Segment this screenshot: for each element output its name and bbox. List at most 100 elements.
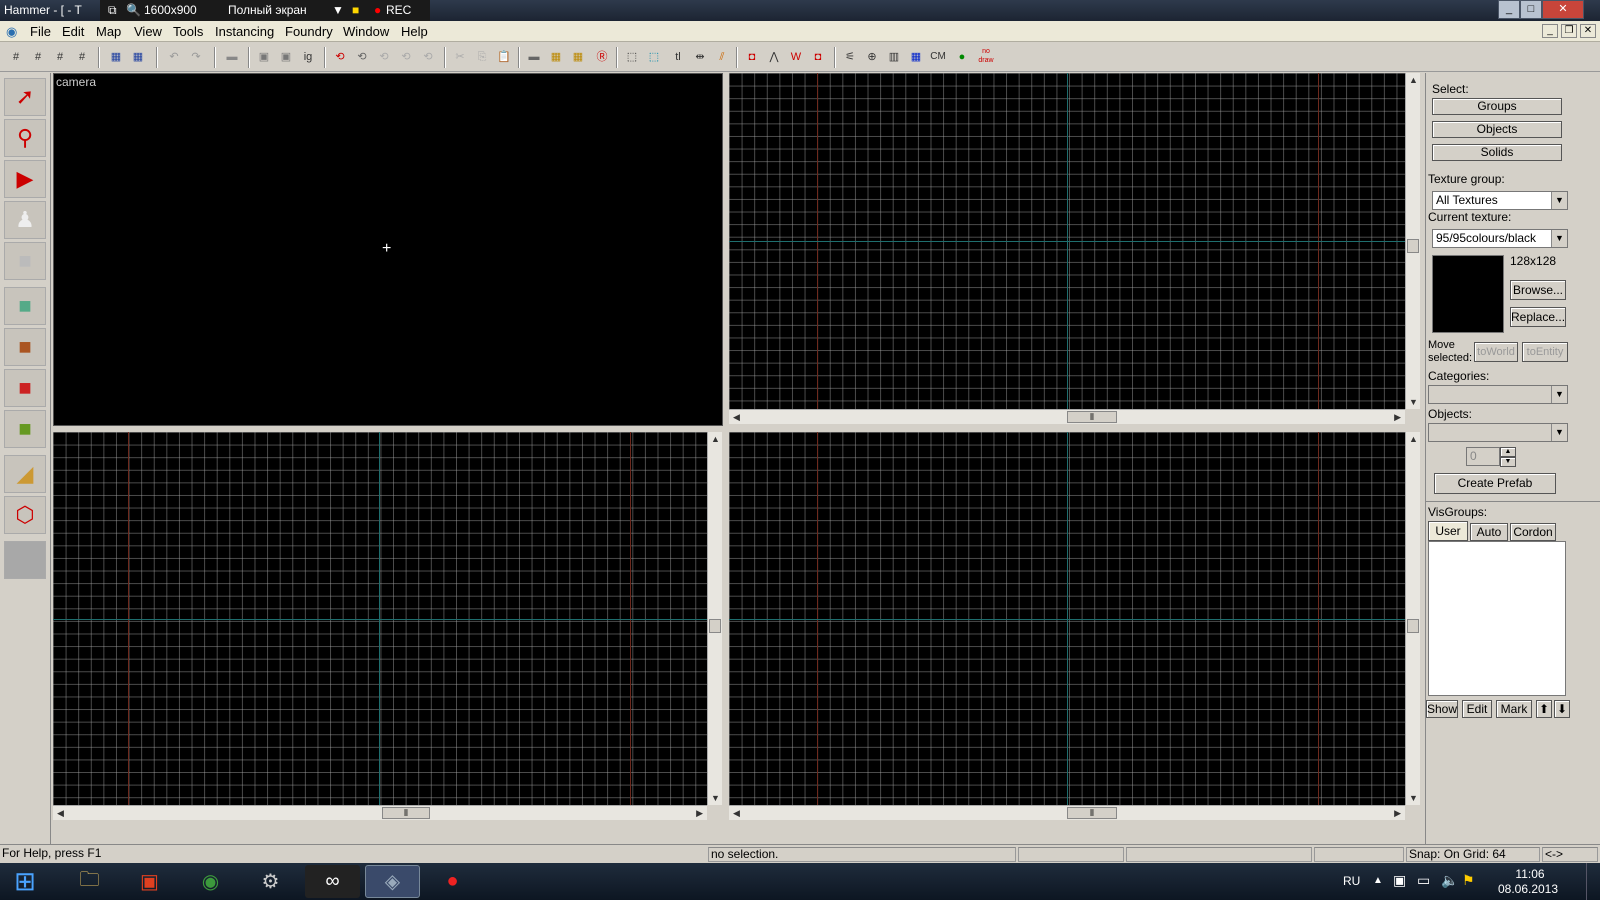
rotate-z-icon[interactable]: ⟲: [374, 47, 394, 67]
entity-tool-icon[interactable]: ♟: [4, 201, 46, 239]
hollow-icon[interactable]: ▣: [276, 47, 296, 67]
chevron-down-icon[interactable]: ▼: [1551, 230, 1567, 247]
select-handles-icon[interactable]: ⬚: [644, 47, 664, 67]
3d-grid-icon[interactable]: #: [28, 47, 48, 67]
scroll-thumb[interactable]: [709, 619, 721, 633]
camera-icon[interactable]: ■: [352, 3, 359, 17]
menu-map[interactable]: Map: [96, 24, 121, 39]
top-2d-viewport[interactable]: [729, 73, 1405, 409]
vertical-scrollbar[interactable]: ▲ ▼: [1405, 73, 1420, 409]
current-texture-select[interactable]: 95/95colours/black ▼: [1432, 229, 1568, 248]
show-button[interactable]: Show: [1426, 700, 1458, 718]
tray-device-icon[interactable]: ▣: [1393, 872, 1406, 889]
texture-group-select[interactable]: All Textures ▼: [1432, 191, 1568, 210]
blocks-icon[interactable]: ▦: [906, 47, 926, 67]
vis-helper-icon[interactable]: W: [786, 47, 806, 67]
arrow-down-icon[interactable]: ⬇: [1554, 700, 1570, 718]
mdi-restore-button[interactable]: ❐: [1561, 24, 1577, 38]
chevron-down-icon[interactable]: ▼: [1551, 192, 1567, 209]
visgroups-list[interactable]: [1428, 541, 1566, 696]
scroll-right-icon[interactable]: ▶: [1394, 412, 1401, 423]
select-box-icon[interactable]: ⬚: [622, 47, 642, 67]
carve-icon[interactable]: ▣: [254, 47, 274, 67]
vis-path-icon[interactable]: ⋀: [764, 47, 784, 67]
clock-date[interactable]: 08.06.2013: [1488, 882, 1568, 896]
flip-icon[interactable]: ⟲: [396, 47, 416, 67]
copy-icon[interactable]: ⎘: [472, 47, 492, 67]
chrome-icon[interactable]: ◉: [183, 865, 238, 898]
language-indicator[interactable]: RU: [1343, 874, 1360, 888]
scroll-down-icon[interactable]: ▼: [1409, 397, 1418, 407]
paste-icon[interactable]: 📋: [494, 47, 514, 67]
spin-down-button[interactable]: ▼: [1500, 457, 1516, 467]
zoom-icon[interactable]: 🔍: [126, 3, 141, 17]
chevron-down-icon[interactable]: ▼: [1551, 424, 1567, 441]
camera-viewport[interactable]: camera +: [53, 73, 723, 426]
clock-time[interactable]: 11:06: [1500, 867, 1560, 881]
rotate-y-icon[interactable]: ⟲: [352, 47, 372, 67]
align-icon[interactable]: ⇹: [690, 47, 710, 67]
record-icon[interactable]: ●: [374, 3, 381, 17]
menu-foundry[interactable]: Foundry: [285, 24, 333, 39]
resolution-text[interactable]: 1600x900: [144, 3, 197, 17]
split-icon[interactable]: ⫽: [712, 47, 732, 67]
rec-label[interactable]: REC: [386, 3, 411, 17]
browse-button[interactable]: Browse...: [1510, 280, 1566, 300]
menu-instancing[interactable]: Instancing: [215, 24, 274, 39]
menu-help[interactable]: Help: [401, 24, 428, 39]
restore-icon[interactable]: ⧉: [108, 3, 117, 18]
groups-button[interactable]: Groups: [1432, 98, 1562, 115]
magnify-tool-icon[interactable]: ⚲: [4, 119, 46, 157]
explorer-icon[interactable]: 🗀: [62, 865, 117, 898]
texture-app-tool-icon[interactable]: ■: [4, 287, 46, 325]
clip-tool-icon[interactable]: ◢: [4, 455, 46, 493]
wireframe-icon[interactable]: ▥: [884, 47, 904, 67]
to-entity-button[interactable]: toEntity: [1522, 342, 1568, 362]
vis-entity-icon[interactable]: ◘: [808, 47, 828, 67]
to-world-button[interactable]: toWorld: [1474, 342, 1518, 362]
close-button[interactable]: ✕: [1542, 0, 1584, 19]
vertical-scrollbar[interactable]: ▲ ▼: [1405, 432, 1420, 805]
categories-select[interactable]: ▼: [1428, 385, 1568, 404]
grid-toggle-icon[interactable]: #: [6, 47, 26, 67]
nodraw-icon[interactable]: no draw: [976, 47, 996, 67]
scroll-left-icon[interactable]: ◀: [57, 808, 64, 819]
apply-texture-tool-icon[interactable]: ■: [4, 328, 46, 366]
maximize-button[interactable]: □: [1520, 0, 1542, 19]
scroll-up-icon[interactable]: ▲: [1409, 434, 1418, 444]
path-tool-icon[interactable]: [4, 541, 46, 579]
tab-cordon[interactable]: Cordon: [1510, 523, 1556, 541]
steam-big-picture-icon[interactable]: ∞: [305, 865, 360, 898]
sphere-icon[interactable]: ⊕: [862, 47, 882, 67]
scroll-thumb[interactable]: ⦀: [1067, 807, 1117, 819]
scroll-thumb[interactable]: [1407, 239, 1419, 253]
menu-edit[interactable]: Edit: [62, 24, 84, 39]
mirror-icon[interactable]: ⟲: [418, 47, 438, 67]
overlay-tool-icon[interactable]: ■: [4, 410, 46, 448]
scroll-right-icon[interactable]: ▶: [1394, 808, 1401, 819]
vertex-tool-icon[interactable]: ⬡: [4, 496, 46, 534]
mdi-close-button[interactable]: ✕: [1580, 24, 1596, 38]
grid-smaller-icon[interactable]: #: [50, 47, 70, 67]
horizontal-scrollbar[interactable]: ◀ ⦀ ▶: [729, 409, 1405, 424]
tab-user[interactable]: User: [1428, 521, 1468, 541]
start-button[interactable]: ⊞: [0, 865, 50, 898]
cm-icon[interactable]: CM: [928, 47, 948, 67]
decal-tool-icon[interactable]: ■: [4, 369, 46, 407]
arrow-up-icon[interactable]: ⬆: [1536, 700, 1552, 718]
scroll-left-icon[interactable]: ◀: [733, 808, 740, 819]
volume-icon[interactable]: 🔈: [1441, 872, 1458, 889]
tray-arrow-icon[interactable]: ▲: [1373, 875, 1383, 886]
edit-button[interactable]: Edit: [1462, 700, 1492, 718]
scroll-right-icon[interactable]: ▶: [696, 808, 703, 819]
chevron-down-icon[interactable]: ▼: [332, 3, 344, 17]
mode-select[interactable]: Полный экран: [228, 3, 307, 17]
action-center-icon[interactable]: ⚑: [1462, 872, 1475, 889]
menu-window[interactable]: Window: [343, 24, 389, 39]
horizontal-scrollbar[interactable]: ◀ ⦀ ▶: [53, 805, 707, 820]
document-app-icon[interactable]: ▣: [122, 865, 177, 898]
front-2d-viewport[interactable]: [53, 432, 707, 805]
network-icon[interactable]: ▭: [1417, 872, 1430, 889]
scroll-left-icon[interactable]: ◀: [733, 412, 740, 423]
texture-align-icon[interactable]: ▦: [568, 47, 588, 67]
